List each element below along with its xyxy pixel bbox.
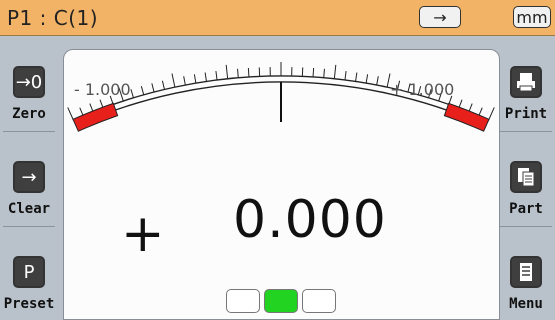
gauge-max-label: + 1.000 <box>390 80 454 99</box>
gauge-tick <box>365 74 369 84</box>
preset-label: Preset <box>3 296 55 312</box>
status-light-high <box>302 289 336 313</box>
gauge-tick <box>225 64 229 79</box>
gauge-tick <box>247 67 250 78</box>
gauge-tick <box>130 89 134 98</box>
gauge-tick <box>355 72 358 82</box>
print-button[interactable]: Print <box>497 66 555 122</box>
divider <box>3 131 55 132</box>
gauge-tick <box>323 68 325 78</box>
gauge-tick <box>333 64 337 79</box>
measurement-panel: - 1.000 + 1.000 + 0.000 <box>63 49 500 320</box>
part-label: Part <box>509 201 543 217</box>
status-light-low <box>226 289 260 313</box>
preset-button[interactable]: P Preset <box>0 256 58 312</box>
gauge-tick <box>376 76 379 86</box>
printer-icon <box>510 66 542 98</box>
reading-sign: + <box>121 204 165 264</box>
menu-list-icon <box>510 256 542 288</box>
clear-label: Clear <box>7 201 51 217</box>
gauge-tick <box>193 74 197 84</box>
gauge-tick <box>67 107 74 121</box>
zero-button[interactable]: →0 Zero <box>0 66 58 122</box>
status-bar: P1 : C(1) → mm <box>0 0 555 36</box>
gauge-tick <box>151 83 155 93</box>
gauge-tick <box>140 86 145 95</box>
gauge-tick <box>237 68 239 78</box>
divider <box>500 131 552 132</box>
gauge-tick <box>312 67 315 78</box>
gauge-tick <box>171 73 176 88</box>
clear-button[interactable]: → Clear <box>0 161 58 217</box>
lower-tolerance-zone <box>72 102 119 132</box>
menu-label: Menu <box>509 296 543 312</box>
tolerance-gauge: - 1.000 + 1.000 <box>67 62 495 132</box>
right-toolbar: Print Part Menu <box>497 36 555 320</box>
mode-arrow-button[interactable]: → <box>419 6 461 28</box>
preset-p-icon: P <box>13 256 45 288</box>
program-title: P1 : C(1) <box>7 6 99 30</box>
upper-tolerance-zone <box>443 102 490 132</box>
gauge-min-label: - 1.000 <box>74 80 131 99</box>
reading-value: 0.000 <box>233 190 387 250</box>
status-lights <box>226 289 338 315</box>
gauge-tick <box>183 76 186 86</box>
left-toolbar: →0 Zero → Clear P Preset <box>0 36 58 320</box>
gauge-tick <box>161 80 165 90</box>
print-label: Print <box>504 106 548 122</box>
zero-label: Zero <box>12 106 46 122</box>
gauge-tick <box>344 71 347 81</box>
gauge-tick <box>215 71 218 81</box>
menu-button[interactable]: Menu <box>497 256 555 312</box>
gauge-tick <box>488 107 495 121</box>
status-light-ok <box>264 289 298 313</box>
part-button[interactable]: Part <box>497 161 555 217</box>
divider <box>500 226 552 227</box>
gauge-tick <box>204 72 207 82</box>
document-icon <box>510 161 542 193</box>
unit-button[interactable]: mm <box>513 6 551 28</box>
arrow-right-icon: → <box>13 161 45 193</box>
divider <box>3 226 55 227</box>
zero-icon: →0 <box>13 66 45 98</box>
